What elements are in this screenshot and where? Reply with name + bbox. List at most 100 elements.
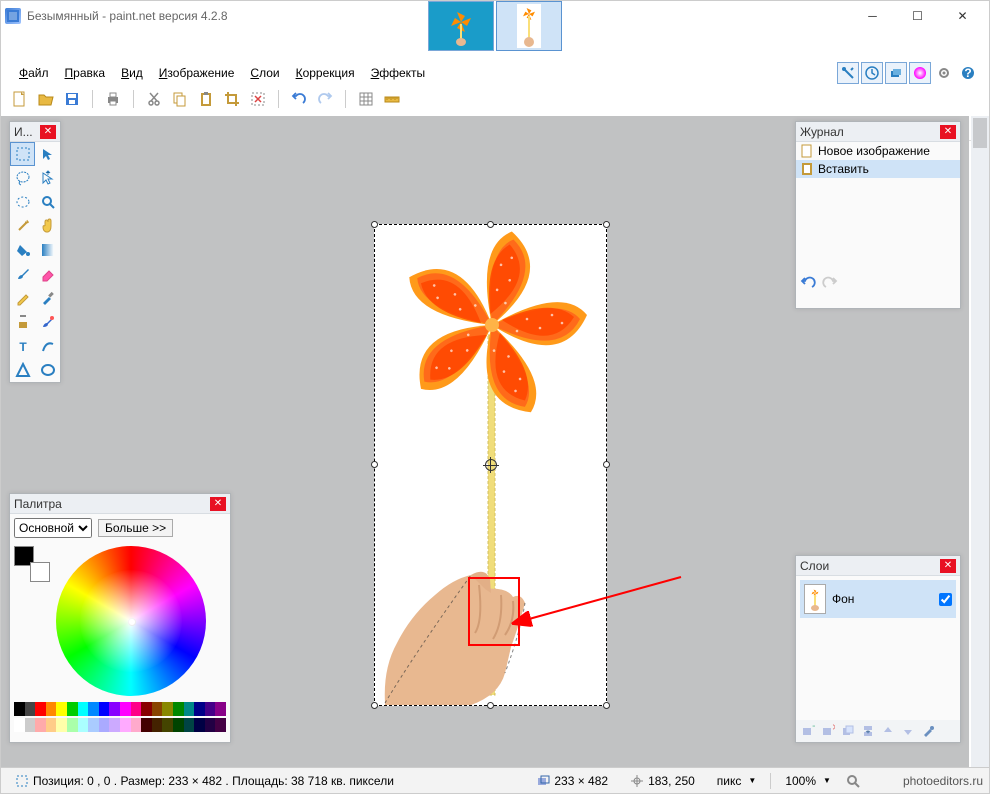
help-icon[interactable]: ? <box>957 62 979 84</box>
grid-icon[interactable] <box>357 90 375 108</box>
move-down-icon[interactable] <box>898 722 918 740</box>
undo-icon[interactable] <box>800 276 816 292</box>
redo-icon[interactable] <box>316 90 334 108</box>
zoom-tool[interactable] <box>35 190 60 214</box>
toggle-tools-icon[interactable] <box>837 62 859 84</box>
rect-select-icon <box>15 774 29 788</box>
pan-tool[interactable] <box>35 214 60 238</box>
new-file-icon[interactable] <box>11 90 29 108</box>
palette-row-1[interactable] <box>14 702 226 716</box>
redo-icon[interactable] <box>822 276 838 292</box>
vertical-scrollbar[interactable] <box>971 116 989 767</box>
palette-row-2[interactable] <box>14 718 226 732</box>
svg-text:+: + <box>812 724 815 733</box>
maximize-button[interactable]: ☐ <box>895 2 940 30</box>
minimize-button[interactable]: ─ <box>850 2 895 30</box>
layer-visibility-checkbox[interactable] <box>939 593 952 606</box>
colors-panel: Палитра✕ Основной Больше >> <box>9 493 231 743</box>
menu-file[interactable]: Файл <box>11 64 57 82</box>
layer-thumbnail <box>804 584 826 614</box>
add-layer-icon[interactable]: + <box>798 722 818 740</box>
shapes-tool[interactable] <box>10 358 35 382</box>
credit-text: photoeditors.ru <box>903 774 983 788</box>
paint-bucket-tool[interactable] <box>10 238 35 262</box>
layers-panel-title: Слои <box>800 559 940 573</box>
clone-stamp-tool[interactable] <box>10 310 35 334</box>
undo-icon[interactable] <box>290 90 308 108</box>
more-button[interactable]: Больше >> <box>98 519 173 537</box>
close-icon[interactable]: ✕ <box>40 125 56 139</box>
menu-bar: Файл Правка Вид Изображение Слои Коррекц… <box>1 61 989 85</box>
primary-secondary-swatches[interactable] <box>14 546 50 696</box>
paintbrush-tool[interactable] <box>10 262 35 286</box>
rect-select-tool[interactable] <box>10 142 35 166</box>
move-selection-tool[interactable] <box>35 142 60 166</box>
svg-text:T: T <box>19 340 27 354</box>
lasso-tool[interactable] <box>10 166 35 190</box>
menu-image[interactable]: Изображение <box>151 64 243 82</box>
thumbnail-1[interactable] <box>428 1 494 51</box>
color-wheel[interactable] <box>56 546 206 696</box>
menu-adjustments[interactable]: Коррекция <box>288 64 363 82</box>
close-icon[interactable]: ✕ <box>940 125 956 139</box>
menu-edit[interactable]: Правка <box>57 64 114 82</box>
status-cursor: 183, 250 <box>648 774 695 788</box>
delete-layer-icon[interactable]: × <box>818 722 838 740</box>
status-units[interactable]: пикс <box>717 774 742 788</box>
toggle-layers-icon[interactable] <box>885 62 907 84</box>
line-tool[interactable] <box>35 334 60 358</box>
history-item-new[interactable]: Новое изображение <box>796 142 960 160</box>
colors-panel-title: Палитра <box>14 497 210 511</box>
layer-row[interactable]: Фон <box>800 580 956 618</box>
tools-panel-title: И... <box>14 125 40 139</box>
cut-icon[interactable] <box>145 90 163 108</box>
status-zoom[interactable]: 100% <box>785 774 816 788</box>
eraser-tool[interactable] <box>35 262 60 286</box>
tools-panel: И...✕ T <box>9 121 61 383</box>
move-pixels-tool[interactable] <box>35 166 60 190</box>
gear-icon[interactable] <box>933 62 955 84</box>
zoom-icon[interactable] <box>845 773 861 789</box>
duplicate-layer-icon[interactable] <box>838 722 858 740</box>
save-file-icon[interactable] <box>63 90 81 108</box>
window-title: Безымянный - paint.net версия 4.2.8 <box>27 9 228 23</box>
magic-wand-tool[interactable] <box>10 214 35 238</box>
thumbnail-2-active[interactable] <box>496 1 562 51</box>
menu-effects[interactable]: Эффекты <box>363 64 434 82</box>
layers-panel: Слои✕ Фон + × <box>795 555 961 743</box>
toggle-colors-icon[interactable] <box>909 62 931 84</box>
ruler-icon[interactable] <box>383 90 401 108</box>
move-up-icon[interactable] <box>878 722 898 740</box>
history-item-paste[interactable]: Вставить <box>796 160 960 178</box>
color-picker-tool[interactable] <box>35 286 60 310</box>
ellipse-select-tool[interactable] <box>10 190 35 214</box>
close-icon[interactable]: ✕ <box>940 559 956 573</box>
paste-icon[interactable] <box>197 90 215 108</box>
menu-view[interactable]: Вид <box>113 64 151 82</box>
menu-layers[interactable]: Слои <box>242 64 287 82</box>
text-tool[interactable]: T <box>10 334 35 358</box>
gradient-tool[interactable] <box>35 238 60 262</box>
copy-icon[interactable] <box>171 90 189 108</box>
pencil-tool[interactable] <box>10 286 35 310</box>
close-button[interactable]: ✕ <box>940 2 985 30</box>
crop-icon[interactable] <box>223 90 241 108</box>
close-icon[interactable]: ✕ <box>210 497 226 511</box>
ellipse-tool[interactable] <box>35 358 60 382</box>
status-dimensions: 233 × 482 <box>554 774 608 788</box>
main-toolbar <box>1 85 989 113</box>
title-bar: Безымянный - paint.net версия 4.2.8 ─ ☐ … <box>1 1 989 31</box>
recolor-tool[interactable] <box>35 310 60 334</box>
color-mode-select[interactable]: Основной <box>14 518 92 538</box>
svg-text:×: × <box>832 724 835 734</box>
open-file-icon[interactable] <box>37 90 55 108</box>
status-position: Позиция: 0 , 0 . Размер: 233 × 482 . Пло… <box>33 774 394 788</box>
layer-properties-icon[interactable] <box>918 722 938 740</box>
canvas[interactable] <box>374 224 607 706</box>
toggle-history-icon[interactable] <box>861 62 883 84</box>
layer-name: Фон <box>832 592 933 606</box>
history-panel: Журнал✕ Новое изображение Вставить <box>795 121 961 309</box>
deselect-icon[interactable] <box>249 90 267 108</box>
merge-down-icon[interactable] <box>858 722 878 740</box>
print-icon[interactable] <box>104 90 122 108</box>
